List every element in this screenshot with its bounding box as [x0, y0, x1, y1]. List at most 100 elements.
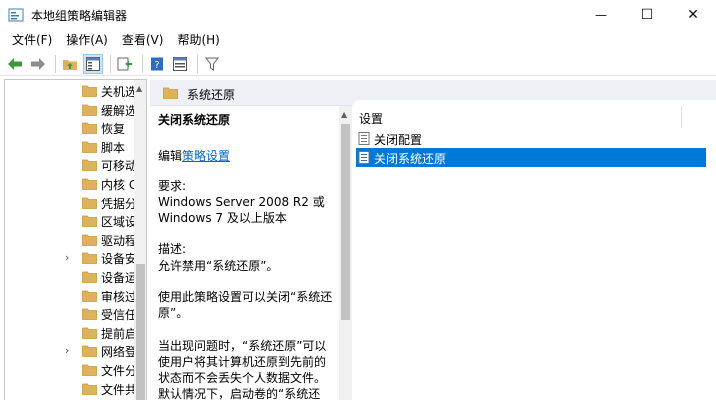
edit-prefix: 编辑: [158, 149, 183, 163]
menu-help[interactable]: 帮助(H): [170, 30, 226, 50]
help-icon: ?: [151, 57, 163, 71]
scroll-up-icon[interactable]: ▲: [136, 84, 142, 93]
title-bar: 本地组策略编辑器 — ☐ ✕: [0, 0, 716, 30]
folder-icon: [82, 345, 97, 358]
edit-policy-link[interactable]: 策略设置: [182, 149, 230, 163]
tree-item[interactable]: 内核 C: [5, 175, 145, 193]
tree-item-label: 受信任: [101, 308, 138, 323]
maximize-button[interactable]: ☐: [624, 0, 670, 30]
policy-title: 关闭系统还原: [158, 113, 231, 127]
close-icon: ✕: [687, 7, 699, 23]
tree-item-label: 提前启: [101, 326, 138, 341]
folder-icon: [82, 122, 97, 135]
forward-button[interactable]: [28, 54, 48, 74]
menu-action[interactable]: 操作(A): [59, 30, 115, 50]
tree-item[interactable]: 区域设: [5, 212, 145, 230]
edit-line: 编辑策略设置: [158, 147, 230, 164]
folder-icon: [82, 290, 97, 302]
menu-bar: 文件(F) 操作(A) 查看(V) 帮助(H): [0, 30, 716, 50]
menu-file[interactable]: 文件(F): [5, 30, 59, 50]
tree-item-label: 网络登: [101, 345, 138, 360]
toolbar-separator: [110, 54, 111, 73]
tree-item[interactable]: 受信任: [5, 305, 145, 323]
tree-item[interactable]: › 网络登: [5, 342, 145, 360]
scroll-thumb[interactable]: [136, 264, 145, 400]
scroll-thumb[interactable]: [341, 124, 350, 320]
folder-setting-icon: [358, 132, 370, 145]
show-tree-button[interactable]: [83, 53, 103, 74]
filter-icon: [205, 57, 219, 71]
folder-icon: [82, 215, 97, 228]
folder-icon: [82, 234, 97, 246]
tree-item[interactable]: 脚本: [5, 138, 145, 156]
folder-icon: [82, 364, 97, 376]
folder-icon: [82, 197, 97, 209]
properties-icon: [173, 56, 187, 71]
tree-item-label: 审核过: [101, 289, 138, 304]
folder-icon: [82, 383, 97, 395]
tree-item[interactable]: 提前启: [5, 324, 145, 342]
column-separator: [681, 106, 682, 128]
group-policy-app-icon: [8, 8, 24, 22]
policy-tree[interactable]: 关机选 缓解选恢复脚本 可移动 内核 C 凭据分区域设驱动程 › 设备安设备运审核过受信任提…: [4, 79, 147, 400]
setting-row-disable-restore[interactable]: 关闭系统还原: [356, 148, 706, 167]
tree-item[interactable]: 审核过: [5, 287, 145, 305]
close-button[interactable]: ✕: [670, 0, 716, 30]
window-title: 本地组策略编辑器: [31, 9, 128, 23]
folder-up-icon: [63, 59, 77, 70]
description-para1: 使用此策略设置可以关闭“系统还原”。: [158, 290, 333, 320]
tree-item-label: 脚本: [101, 140, 126, 155]
maximize-icon: ☐: [640, 7, 654, 23]
tree-item-label: 文件共: [101, 382, 138, 397]
tree-item[interactable]: 设备运: [5, 268, 145, 286]
description-label: 描述:: [158, 242, 187, 256]
settings-column-header[interactable]: 设置: [359, 110, 383, 127]
tree-item[interactable]: 关机选: [5, 82, 145, 100]
folder-icon: [82, 252, 97, 265]
setting-row-close-config[interactable]: 关闭配置: [356, 129, 706, 148]
properties-button[interactable]: [170, 54, 190, 74]
tree-item[interactable]: 文件共: [5, 380, 145, 398]
folder-icon: [82, 308, 97, 321]
folder-icon: [82, 327, 97, 339]
menu-view[interactable]: 查看(V): [115, 30, 171, 50]
expand-chevron-icon[interactable]: ›: [65, 251, 75, 265]
toolbar-separator: [197, 54, 198, 73]
folder-icon: [82, 159, 97, 172]
tree-item-label: 驱动程: [101, 233, 138, 248]
tree-item[interactable]: 恢复: [5, 119, 145, 137]
folder-title: 系统还原: [187, 88, 236, 102]
back-button[interactable]: [5, 54, 25, 74]
description-text: 允许禁用“系统还原”。: [158, 259, 279, 273]
expand-chevron-icon[interactable]: ›: [65, 344, 75, 358]
filter-button[interactable]: [202, 54, 222, 74]
forward-arrow-icon: [31, 57, 45, 70]
export-list-button[interactable]: [115, 54, 135, 74]
tree-item-label: 设备安: [101, 252, 138, 267]
tree-item-label: 文件分: [101, 364, 138, 378]
requirements-text: Windows Server 2008 R2 或 Windows 7 及以上版本: [158, 195, 325, 225]
scroll-up-icon[interactable]: ▲: [341, 110, 347, 119]
tree-item[interactable]: 驱动程: [5, 231, 145, 249]
tree-scrollbar[interactable]: ▲: [134, 80, 146, 400]
description-scrollbar[interactable]: ▲: [339, 106, 352, 400]
folder-icon: [82, 178, 97, 190]
up-level-button[interactable]: [60, 54, 80, 74]
export-list-icon: [117, 57, 132, 70]
tree-item[interactable]: 可移动: [5, 156, 145, 174]
tree-item[interactable]: 文件分: [5, 361, 145, 379]
minimize-button[interactable]: —: [578, 0, 624, 30]
folder-icon: [82, 141, 97, 153]
toolbar-separator: [55, 54, 56, 73]
tree-item[interactable]: › 设备安: [5, 249, 145, 267]
help-button[interactable]: ?: [147, 54, 167, 74]
show-hide-tree-icon: [86, 56, 100, 71]
requirements-label: 要求:: [158, 179, 187, 193]
tree-item-label: 恢复: [101, 122, 126, 137]
tree-item-label: 设备运: [101, 271, 138, 285]
tree-item[interactable]: 凭据分: [5, 194, 145, 212]
tree-item-label: 区域设: [101, 215, 138, 230]
toolbar-separator: [142, 54, 143, 73]
folder-icon: [163, 87, 178, 99]
tree-item[interactable]: 缓解选: [5, 101, 145, 119]
